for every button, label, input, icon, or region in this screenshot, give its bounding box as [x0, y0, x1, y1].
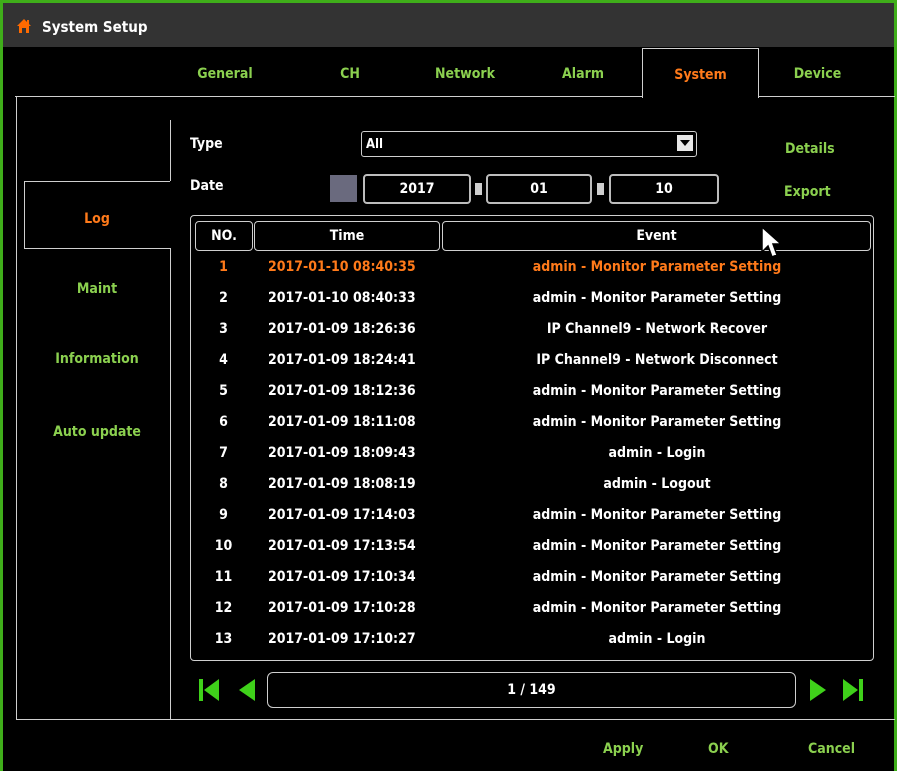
sidebar-divider [24, 248, 170, 249]
tab-device[interactable]: Device [775, 48, 860, 96]
table-row[interactable]: 10 2017-01-09 17:13:54 admin - Monitor Par… [193, 531, 873, 562]
row-event: admin - Monitor Parameter Setting [532, 259, 782, 275]
row-no: 12 [214, 600, 233, 616]
row-event: admin - Monitor Parameter Setting [532, 290, 782, 306]
row-time: 2017-01-09 17:10:28 [268, 600, 416, 616]
home-icon[interactable] [16, 18, 32, 34]
row-event: admin - Monitor Parameter Setting [532, 569, 782, 585]
row-time: 2017-01-09 18:24:41 [268, 352, 416, 368]
table-row[interactable]: 12 2017-01-09 17:10:28 admin - Monitor Par… [193, 593, 873, 624]
date-picker-button[interactable] [330, 175, 357, 202]
page-indicator: 1 / 149 [267, 672, 796, 708]
tab-ch[interactable]: CH [325, 48, 375, 96]
tab-alarm[interactable]: Alarm [548, 48, 618, 96]
row-time: 2017-01-09 17:14:03 [268, 507, 416, 523]
row-time: 2017-01-09 18:09:43 [268, 445, 416, 461]
details-button[interactable]: Details [785, 141, 835, 157]
sidebar-item-maint[interactable]: Maint [24, 281, 170, 297]
title-bar: System Setup [3, 3, 894, 47]
row-time: 2017-01-09 18:11:08 [268, 414, 416, 430]
prev-page-icon[interactable] [237, 678, 257, 706]
mouse-cursor-icon [761, 225, 785, 264]
table-row[interactable]: 5 2017-01-09 18:12:36 admin - Monitor Para… [193, 376, 873, 407]
column-header-time[interactable]: Time [254, 221, 440, 251]
row-no: 6 [219, 414, 228, 430]
row-no: 8 [219, 476, 228, 492]
row-event: admin - Login [608, 631, 706, 647]
row-no: 5 [219, 383, 228, 399]
row-time: 2017-01-09 18:12:36 [268, 383, 416, 399]
column-header-event[interactable]: Event [442, 221, 871, 251]
row-event: admin - Monitor Parameter Setting [532, 383, 782, 399]
date-separator [475, 183, 482, 195]
date-year-field[interactable]: 2017 [363, 174, 471, 204]
table-row[interactable]: 4 2017-01-09 18:24:41 IP Channel9 - Networ… [193, 345, 873, 376]
row-event: admin - Monitor Parameter Setting [532, 538, 782, 554]
row-no: 1 [219, 259, 228, 275]
apply-button[interactable]: Apply [603, 741, 643, 757]
type-select-value: All [366, 137, 384, 152]
row-event: admin - Monitor Parameter Setting [532, 507, 782, 523]
table-row[interactable]: 2 2017-01-10 08:40:33 admin - Monitor Para… [193, 283, 873, 314]
row-event: IP Channel9 - Network Recover [546, 321, 768, 337]
row-no: 7 [219, 445, 228, 461]
table-row[interactable]: 8 2017-01-09 18:08:19 admin - Logout [193, 469, 873, 500]
date-label: Date [190, 178, 224, 194]
tab-system[interactable]: System [642, 48, 759, 98]
table-row[interactable]: 6 2017-01-09 18:11:08 admin - Monitor Para… [193, 407, 873, 438]
row-event: admin - Monitor Parameter Setting [532, 600, 782, 616]
window-title: System Setup [42, 18, 148, 36]
row-event: admin - Login [608, 445, 706, 461]
next-page-icon[interactable] [808, 678, 828, 706]
row-no: 2 [219, 290, 228, 306]
table-row[interactable]: 13 2017-01-09 17:10:27 admin - Login [193, 624, 873, 655]
type-select[interactable]: All [361, 131, 697, 157]
row-no: 3 [219, 321, 228, 337]
row-time: 2017-01-09 17:10:34 [268, 569, 416, 585]
first-page-icon[interactable] [198, 678, 220, 706]
dropdown-arrow-icon[interactable] [677, 135, 693, 151]
type-label: Type [190, 136, 223, 152]
row-no: 13 [214, 631, 233, 647]
sidebar-divider [170, 120, 171, 181]
row-time: 2017-01-10 08:40:35 [268, 259, 416, 275]
export-button[interactable]: Export [784, 184, 831, 200]
row-event: admin - Logout [603, 476, 711, 492]
tab-network[interactable]: Network [425, 48, 505, 96]
sidebar-divider [170, 248, 171, 720]
table-row[interactable]: 11 2017-01-09 17:10:34 admin - Monitor Par… [193, 562, 873, 593]
row-time: 2017-01-10 08:40:33 [268, 290, 416, 306]
row-no: 11 [214, 569, 233, 585]
row-event: IP Channel9 - Network Disconnect [536, 352, 778, 368]
ok-button[interactable]: OK [708, 741, 728, 757]
sidebar-divider [24, 181, 170, 182]
row-time: 2017-01-09 17:13:54 [268, 538, 416, 554]
row-time: 2017-01-09 18:26:36 [268, 321, 416, 337]
row-time: 2017-01-09 17:10:27 [268, 631, 416, 647]
tab-general[interactable]: General [185, 48, 265, 96]
date-separator [597, 183, 604, 195]
table-row[interactable]: 3 2017-01-09 18:26:36 IP Channel9 - Networ… [193, 314, 873, 345]
cancel-button[interactable]: Cancel [808, 741, 855, 757]
row-time: 2017-01-09 18:08:19 [268, 476, 416, 492]
date-day-field[interactable]: 10 [609, 174, 719, 204]
row-no: 10 [214, 538, 233, 554]
row-no: 4 [219, 352, 228, 368]
sidebar-item-auto-update[interactable]: Auto update [24, 424, 170, 440]
row-event: admin - Monitor Parameter Setting [532, 414, 782, 430]
sidebar-item-information[interactable]: Information [24, 351, 170, 367]
column-header-no[interactable]: NO. [195, 221, 253, 251]
row-no: 9 [219, 507, 228, 523]
sidebar-item-log[interactable]: Log [24, 211, 170, 227]
table-row[interactable]: 7 2017-01-09 18:09:43 admin - Login [193, 438, 873, 469]
last-page-icon[interactable] [842, 678, 864, 706]
table-row[interactable]: 9 2017-01-09 17:14:03 admin - Monitor Para… [193, 500, 873, 531]
date-month-field[interactable]: 01 [486, 174, 592, 204]
